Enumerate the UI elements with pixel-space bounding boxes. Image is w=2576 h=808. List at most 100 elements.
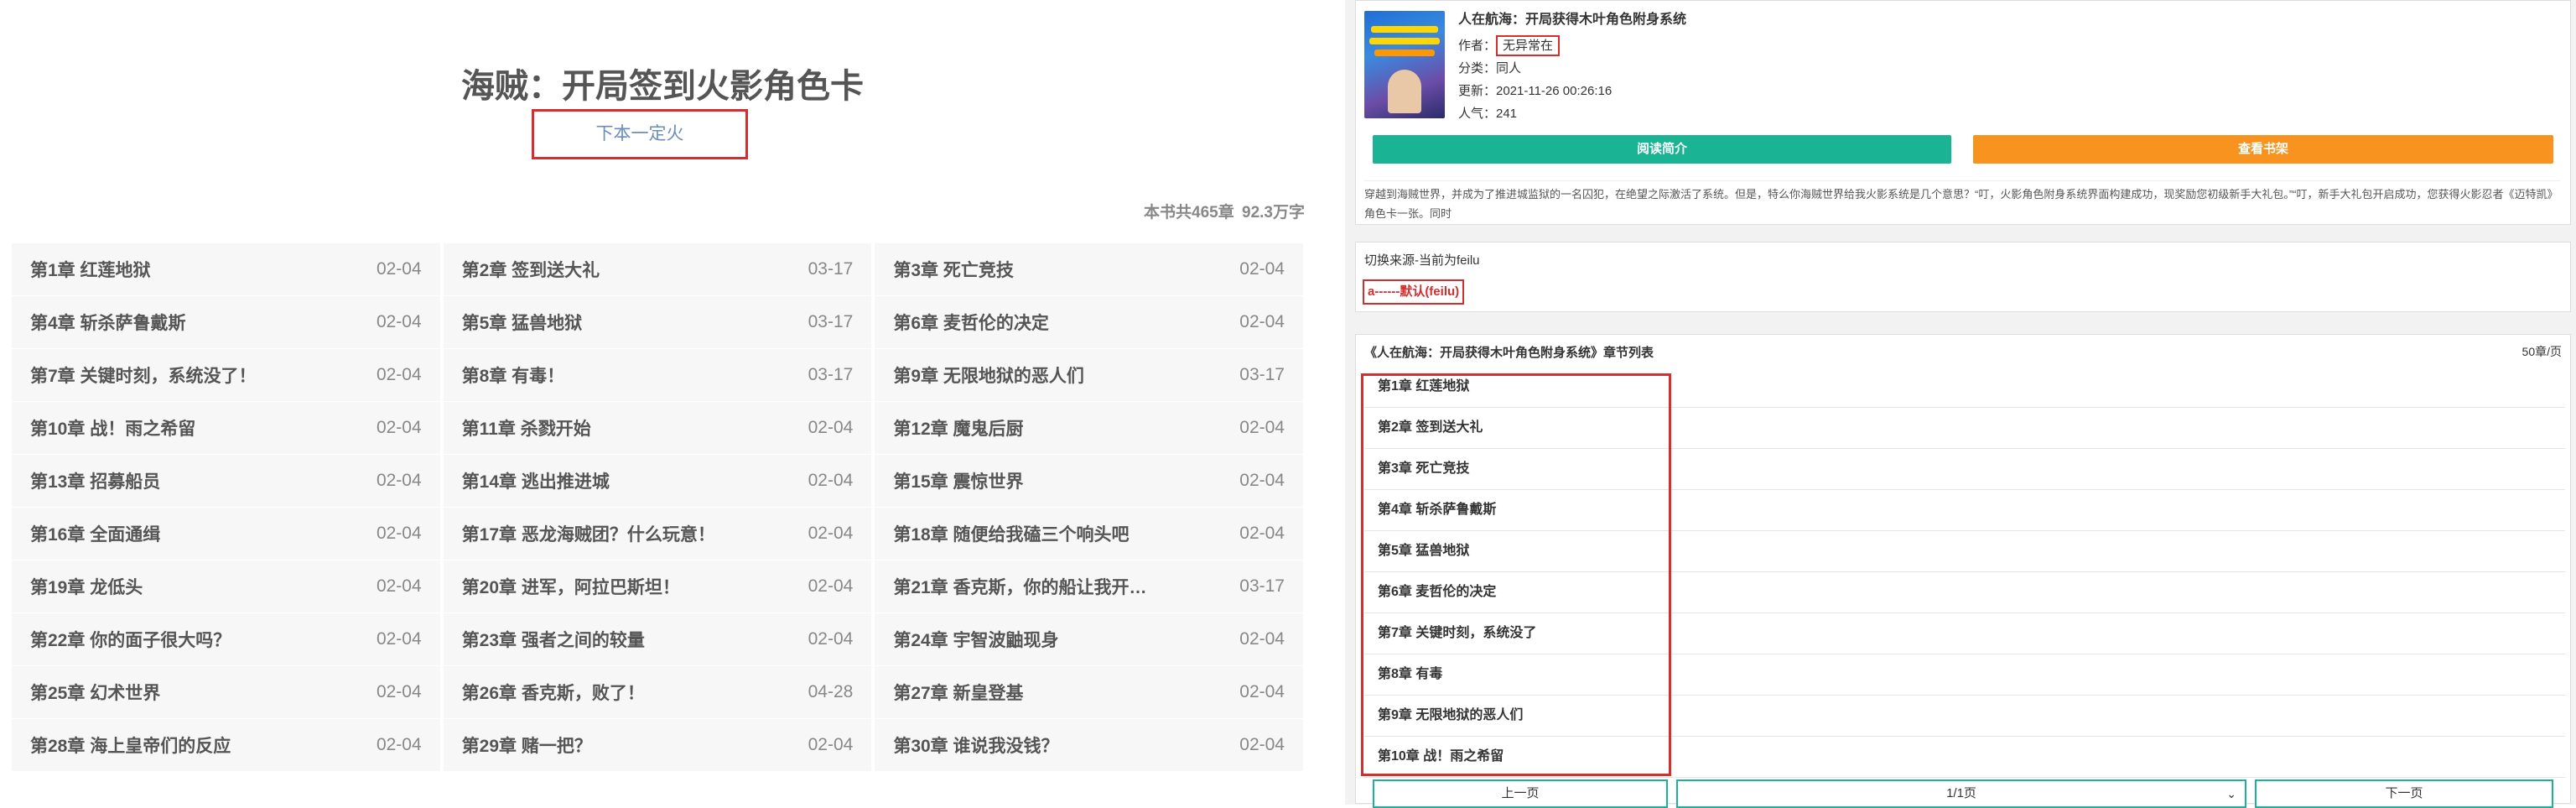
chapter-title: 第8章 有毒！ — [461, 367, 565, 386]
chapter-date: 02-04 — [376, 418, 422, 437]
chapter-title: 第11章 杀戮开始 — [461, 420, 591, 439]
chapter-cell[interactable]: 第2章 签到送大礼 03-17 — [443, 243, 872, 296]
chapter-title: 第20章 进军，阿拉巴斯坦！ — [461, 578, 680, 597]
chapter-date: 02-04 — [808, 576, 854, 596]
chapter-title: 第1章 红莲地狱 — [30, 261, 151, 280]
chapter-cell[interactable]: 第15章 震惊世界 02-04 — [875, 455, 1303, 508]
chapter-date: 02-04 — [376, 365, 422, 384]
chapter-list-item[interactable]: 第10章 战！雨之希留 — [1364, 737, 2565, 778]
chapter-date: 02-04 — [1239, 259, 1285, 279]
source-card: 切换来源-当前为feilu a------默认(feilu) — [1355, 242, 2571, 312]
chapter-list-item[interactable]: 第9章 无限地狱的恶人们 — [1364, 696, 2565, 737]
chapter-cell[interactable]: 第1章 红莲地狱 02-04 — [12, 243, 440, 296]
chapter-list-item[interactable]: 第7章 关键时刻，系统没了 — [1364, 613, 2565, 654]
page-select[interactable]: 1/1页 ⌄ — [1676, 779, 2246, 808]
chapter-title: 第9章 无限地狱的恶人们 — [893, 367, 1084, 386]
chapter-list-item[interactable]: 第4章 斩杀萨鲁戴斯 — [1364, 490, 2565, 531]
popularity: 人气：241 — [1458, 107, 1518, 121]
chapter-title: 第7章 关键时刻，系统没了！ — [30, 367, 257, 386]
chapter-date: 02-04 — [808, 735, 854, 754]
chapter-title: 第21章 香克斯，你的船让我开… — [893, 578, 1147, 597]
chapter-date: 02-04 — [808, 629, 854, 649]
category: 分类：同人 — [1458, 61, 1522, 76]
chapter-cell[interactable]: 第13章 招募船员 02-04 — [12, 455, 440, 508]
book-info-card: 人在航海：开局获得木叶角色附身系统 作者： 无异常在 分类：同人 更新：2021-… — [1355, 0, 2571, 225]
chapter-list-item[interactable]: 第2章 签到送大礼 — [1364, 408, 2565, 449]
chapter-title: 第22章 你的面子很大吗？ — [30, 631, 231, 650]
chapter-cell[interactable]: 第27章 新皇登基 02-04 — [875, 666, 1303, 719]
chapter-cell[interactable]: 第3章 死亡竞技 02-04 — [875, 243, 1303, 296]
chapter-list-item[interactable]: 第3章 死亡竞技 — [1364, 449, 2565, 490]
chapter-cell[interactable]: 第19章 龙低头 02-04 — [12, 560, 440, 613]
chapter-date: 02-04 — [1239, 312, 1285, 331]
chapter-date: 02-04 — [1239, 735, 1285, 754]
chapter-cell[interactable]: 第9章 无限地狱的恶人们 03-17 — [875, 349, 1303, 402]
chapter-list-item[interactable]: 第6章 麦哲伦的决定 — [1364, 572, 2565, 613]
chapter-title: 第3章 死亡竞技 — [893, 261, 1014, 280]
book-info-title: 人在航海：开局获得木叶角色附身系统 — [1458, 13, 1687, 27]
bookshelf-button[interactable]: 查看书架 — [1973, 135, 2553, 164]
next-book-link[interactable]: 下本一定火 — [532, 109, 748, 159]
chapter-date: 02-04 — [1239, 471, 1285, 490]
chapter-cell[interactable]: 第17章 恶龙海贼团？什么玩意！ 02-04 — [443, 508, 872, 560]
chapter-date: 02-04 — [1239, 524, 1285, 543]
chapter-date: 03-17 — [1239, 576, 1285, 596]
updated-time: 更新：2021-11-26 00:26:16 — [1458, 84, 1613, 98]
chapter-date: 02-04 — [376, 735, 422, 754]
chapter-date: 02-04 — [1239, 418, 1285, 437]
chapter-date: 02-04 — [376, 259, 422, 279]
chapter-title: 第5章 猛兽地狱 — [461, 314, 583, 333]
chapter-title: 第18章 随便给我磕三个响头吧 — [893, 525, 1130, 545]
chapter-cell[interactable]: 第20章 进军，阿拉巴斯坦！ 02-04 — [443, 560, 872, 613]
chapter-cell[interactable]: 第12章 魔鬼后厨 02-04 — [875, 402, 1303, 455]
chapter-cell[interactable]: 第21章 香克斯，你的船让我开… 03-17 — [875, 560, 1303, 613]
chapter-cell[interactable]: 第8章 有毒！ 03-17 — [443, 349, 872, 402]
author-row: 作者： 无异常在 — [1458, 34, 1686, 57]
chapter-cell[interactable]: 第29章 赌一把？ 02-04 — [443, 719, 872, 772]
chapter-title: 第30章 谁说我没钱？ — [893, 737, 1059, 756]
next-page-button[interactable]: 下一页 — [2255, 779, 2553, 808]
author-name[interactable]: 无异常在 — [1496, 35, 1561, 56]
chapter-count: 本书共465章 92.3万字 — [1140, 200, 1305, 222]
chapter-cell[interactable]: 第6章 麦哲伦的决定 02-04 — [875, 296, 1303, 349]
chapter-list-item[interactable]: 第8章 有毒 — [1364, 654, 2565, 696]
chapter-list-item[interactable]: 第5章 猛兽地狱 — [1364, 531, 2565, 572]
chevron-down-icon: ⌄ — [2226, 787, 2236, 800]
book-title: 海贼：开局签到火影角色卡 — [461, 68, 864, 105]
chapter-cell[interactable]: 第10章 战！雨之希留 02-04 — [12, 402, 440, 455]
chapter-cell[interactable]: 第30章 谁说我没钱？ 02-04 — [875, 719, 1303, 772]
chapter-cell[interactable]: 第5章 猛兽地狱 03-17 — [443, 296, 872, 349]
chapter-cell[interactable]: 第28章 海上皇帝们的反应 02-04 — [12, 719, 440, 772]
prev-page-button[interactable]: 上一页 — [1373, 779, 1668, 808]
chapter-title: 第12章 魔鬼后厨 — [893, 420, 1024, 439]
book-cover-image[interactable] — [1364, 11, 1445, 118]
chapter-title: 第27章 新皇登基 — [893, 684, 1024, 703]
chapter-cell[interactable]: 第24章 宇智波鼬现身 02-04 — [875, 613, 1303, 666]
per-page: 50章/页 — [2521, 345, 2562, 358]
chapter-cell[interactable]: 第22章 你的面子很大吗？ 02-04 — [12, 613, 440, 666]
chapter-cell[interactable]: 第23章 强者之间的较量 02-04 — [443, 613, 872, 666]
source-option[interactable]: a------默认(feilu) — [1363, 279, 1465, 305]
chapter-cell[interactable]: 第14章 逃出推进城 02-04 — [443, 455, 872, 508]
chapter-date: 02-04 — [376, 682, 422, 701]
chapter-cell[interactable]: 第18章 随便给我磕三个响头吧 02-04 — [875, 508, 1303, 560]
chapter-date: 02-04 — [376, 629, 422, 649]
chapter-title: 第4章 斩杀萨鲁戴斯 — [30, 314, 186, 333]
chapter-date: 02-04 — [1239, 682, 1285, 701]
read-intro-button[interactable]: 阅读简介 — [1373, 135, 1951, 164]
chapter-title: 第17章 恶龙海贼团？什么玩意！ — [461, 525, 715, 545]
chapter-cell[interactable]: 第7章 关键时刻，系统没了！ 02-04 — [12, 349, 440, 402]
chapter-date: 03-17 — [808, 259, 854, 279]
chapter-cell[interactable]: 第11章 杀戮开始 02-04 — [443, 402, 872, 455]
chapter-list-item[interactable]: 第1章 红莲地狱 — [1364, 367, 2565, 408]
chapter-date: 02-04 — [376, 471, 422, 490]
chapter-cell[interactable]: 第25章 幻术世界 02-04 — [12, 666, 440, 719]
word-count: 92.3万字 — [1242, 204, 1305, 222]
chapter-title: 第23章 强者之间的较量 — [461, 631, 645, 650]
chapter-cell[interactable]: 第26章 香克斯，败了！ 04-28 — [443, 666, 872, 719]
chapter-cell[interactable]: 第4章 斩杀萨鲁戴斯 02-04 — [12, 296, 440, 349]
chapter-cell[interactable]: 第16章 全面通缉 02-04 — [12, 508, 440, 560]
chapter-date: 02-04 — [808, 418, 854, 437]
chapter-date: 04-28 — [808, 682, 854, 701]
chapter-date: 03-17 — [808, 312, 854, 331]
